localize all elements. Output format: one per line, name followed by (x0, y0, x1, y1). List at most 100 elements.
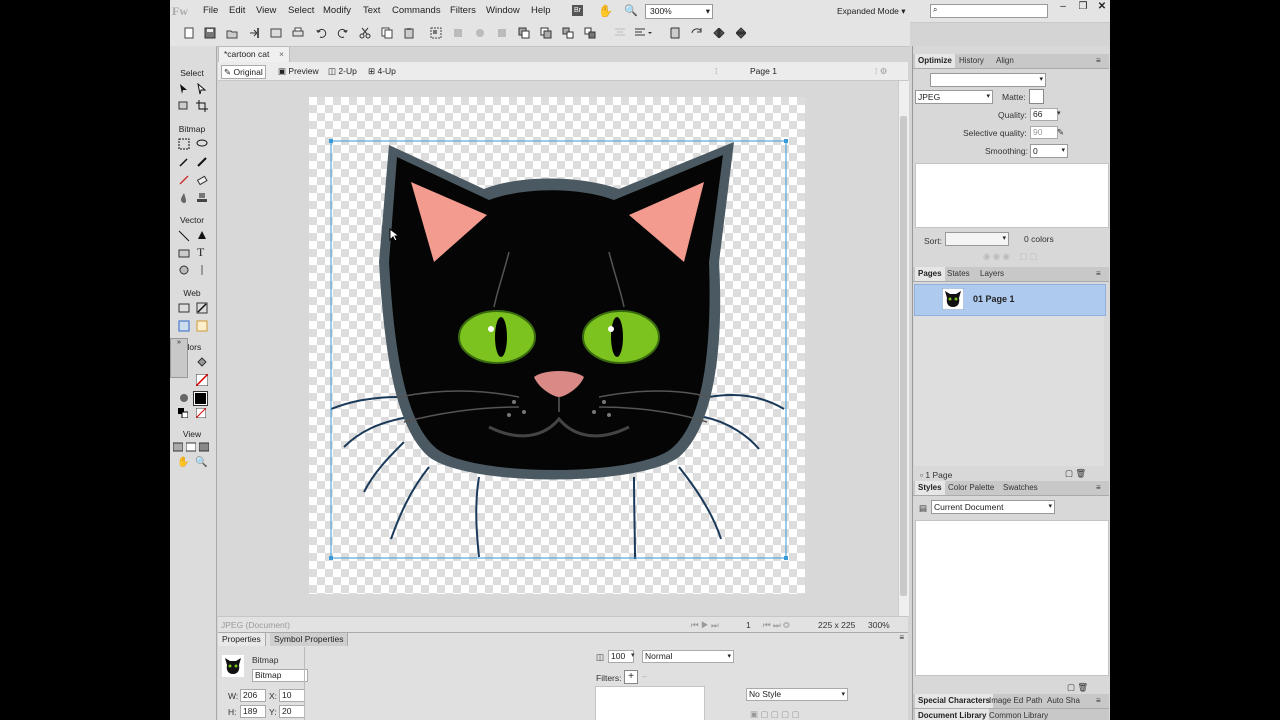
paint-bucket-icon[interactable] (196, 356, 208, 368)
restore-button[interactable]: ❐ (1073, 0, 1093, 14)
ungroup-icon[interactable] (452, 27, 464, 39)
open-icon[interactable] (226, 27, 238, 39)
full-screen-icon[interactable] (199, 442, 209, 452)
crop-tool-icon[interactable] (196, 100, 208, 112)
color-tools-icon[interactable]: ◉ ◉ ◉ ▢ ▢ (983, 251, 1038, 262)
filters-list[interactable] (595, 686, 705, 720)
redo-icon[interactable] (337, 27, 349, 39)
export-icon[interactable] (270, 27, 282, 39)
stroke-color-icon[interactable] (178, 392, 190, 404)
edit-selective-icon[interactable]: ✎ (1057, 127, 1064, 138)
hand-tool-icon[interactable]: ✋ (177, 457, 189, 468)
style-select[interactable]: No Style ▾ (746, 688, 848, 701)
color-table[interactable] (915, 163, 1109, 228)
text-tool-icon[interactable]: T (197, 245, 204, 260)
tab-properties[interactable]: Properties (218, 633, 266, 646)
quality-field[interactable]: 66 (1030, 108, 1058, 121)
standard-screen-icon[interactable] (173, 442, 183, 452)
menu-filters[interactable]: Filters (450, 5, 476, 16)
smoothing-select[interactable]: 0 ▾ (1030, 144, 1068, 158)
workspace-mode[interactable]: Expanded Mode ▾ (837, 6, 906, 17)
scrollbar-thumb[interactable] (900, 116, 907, 596)
new-file-icon[interactable] (183, 27, 195, 39)
first-frame-icon[interactable]: ⏮ ▶ ⏭ (691, 620, 719, 631)
view-4up-button[interactable]: ⊞ 4-Up (366, 65, 398, 77)
menu-commands[interactable]: Commands (392, 5, 441, 16)
zoom-tool-icon[interactable]: 🔍 (195, 457, 207, 468)
style-actions-icon[interactable]: ▢ 🗑 (1067, 682, 1088, 693)
page-label[interactable]: Page 1 (748, 65, 779, 77)
close-tab-icon[interactable]: × (279, 49, 284, 59)
full-screen-menus-icon[interactable] (186, 442, 196, 452)
format-select[interactable]: JPEG ▾ (915, 90, 993, 104)
tab-styles[interactable]: Styles (915, 481, 945, 495)
rotate-cw-icon[interactable] (691, 27, 703, 39)
close-icon[interactable]: ✕ (1092, 0, 1110, 14)
status-zoom[interactable]: 300% (868, 620, 890, 630)
menu-text[interactable]: Text (363, 5, 380, 16)
freeform-tool-icon[interactable] (178, 264, 190, 276)
search-input[interactable]: ⌕ (930, 4, 1048, 18)
tab-swatches[interactable]: Swatches (1000, 481, 1041, 495)
chevron-down-icon[interactable]: ▾ (1057, 109, 1061, 117)
import-icon[interactable] (248, 27, 260, 39)
minimize-button[interactable]: – (1053, 0, 1073, 14)
menu-edit[interactable]: Edit (229, 5, 245, 16)
tab-common-library[interactable]: Common Library (986, 709, 1051, 720)
tab-document-library[interactable]: Document Library (915, 709, 990, 720)
tab-history[interactable]: History (956, 54, 987, 68)
zoom-select[interactable]: 300% ▾ (645, 4, 713, 19)
menu-file[interactable]: File (203, 5, 218, 16)
pointer-tool-icon[interactable] (178, 83, 190, 95)
canvas-vertical-scrollbar[interactable] (898, 81, 909, 616)
default-colors-icon[interactable] (178, 408, 188, 418)
knife-tool-icon[interactable] (196, 264, 208, 276)
x-field[interactable]: 10 (279, 689, 305, 702)
pen-tool-icon[interactable] (196, 230, 208, 242)
flip-vertical-icon[interactable] (735, 27, 747, 39)
tab-color-palette[interactable]: Color Palette (945, 481, 997, 495)
height-field[interactable]: 189 (240, 705, 266, 718)
tab-auto-shape[interactable]: Auto Sha (1044, 694, 1083, 708)
menu-help[interactable]: Help (531, 5, 551, 16)
matte-swatch[interactable] (1029, 89, 1044, 104)
send-to-back-icon[interactable] (584, 27, 596, 39)
panel-collapse-handle[interactable]: » (170, 338, 188, 378)
sort-select[interactable]: ▾ (945, 232, 1009, 246)
align-menu-icon[interactable] (634, 27, 654, 39)
styles-source-select[interactable]: Current Document ▾ (931, 500, 1055, 514)
flip-horizontal-icon[interactable] (713, 27, 725, 39)
align-icon[interactable] (614, 27, 626, 39)
page-nav-icon[interactable]: ⁞ (713, 65, 719, 77)
pencil-tool-icon[interactable] (178, 174, 190, 186)
tab-align[interactable]: Align (993, 54, 1017, 68)
menu-view[interactable]: View (256, 5, 276, 16)
bridge-icon[interactable]: Br (572, 5, 583, 16)
scale-tool-icon[interactable] (178, 100, 190, 112)
menu-select[interactable]: Select (288, 5, 314, 16)
subselection-tool-icon[interactable] (196, 83, 208, 95)
playback-controls-icon[interactable]: ⏮ ⏭ ◎ (763, 620, 790, 631)
hide-slices-icon[interactable] (178, 320, 190, 332)
tab-pages[interactable]: Pages (915, 267, 945, 281)
copy-icon[interactable] (381, 27, 393, 39)
slice-tool-icon[interactable] (196, 302, 208, 314)
document-canvas[interactable] (309, 97, 805, 594)
remove-filter-icon[interactable]: – (642, 671, 647, 681)
cut-icon[interactable] (359, 27, 371, 39)
chevron-down-icon[interactable]: ▾ (631, 651, 635, 659)
zoom-icon[interactable]: 🔍 (624, 4, 638, 17)
tab-layers[interactable]: Layers (977, 267, 1007, 281)
send-backward-icon[interactable] (562, 27, 574, 39)
tab-special-characters[interactable]: Special Characters (915, 694, 994, 708)
blend-mode-select[interactable]: Normal ▾ (642, 650, 734, 663)
tab-path[interactable]: Path (1023, 694, 1045, 708)
rubber-stamp-tool-icon[interactable] (196, 192, 208, 204)
print-icon[interactable] (292, 27, 304, 39)
style-actions-icon[interactable]: ▣ ▢ ▢ ▢ ▢ (750, 709, 800, 720)
document-tab[interactable]: *cartoon cat × (218, 46, 290, 62)
fill-color-swatch[interactable] (196, 374, 208, 386)
y-field[interactable]: 20 (279, 705, 305, 718)
menu-window[interactable]: Window (486, 5, 520, 16)
marquee-tool-icon[interactable] (178, 138, 190, 150)
